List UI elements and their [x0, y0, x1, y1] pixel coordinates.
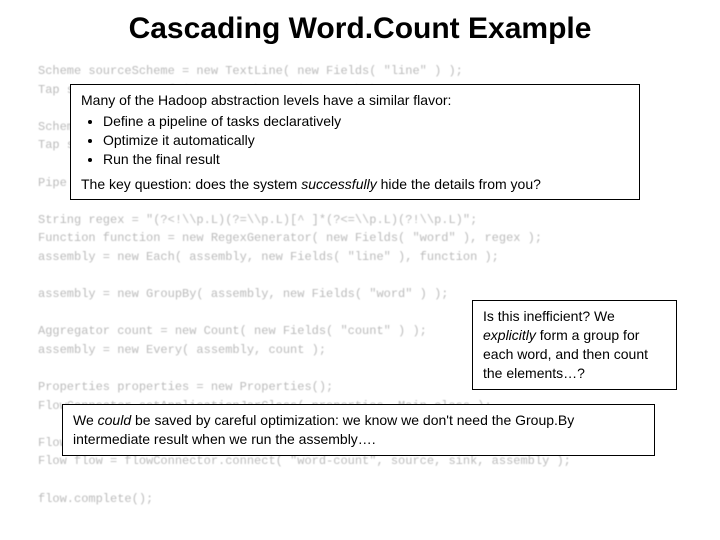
bullet-item: Define a pipeline of tasks declaratively: [103, 112, 629, 131]
text-fragment: Is this inefficient? We: [483, 308, 615, 324]
text-fragment: be saved by careful optimization: we kno…: [73, 412, 574, 447]
text-fragment: We: [73, 412, 98, 428]
text-fragment: The key question: does the system: [81, 176, 301, 192]
callout-optimization: We could be saved by careful optimizatio…: [62, 404, 655, 456]
text-fragment: hide the details from you?: [377, 176, 541, 192]
callout-hadoop-abstraction: Many of the Hadoop abstraction levels ha…: [70, 84, 640, 200]
bullet-item: Run the final result: [103, 150, 629, 169]
emphasis: successfully: [301, 176, 376, 192]
bullet-item: Optimize it automatically: [103, 131, 629, 150]
slide-title: Cascading Word.Count Example: [0, 0, 720, 54]
callout-intro: Many of the Hadoop abstraction levels ha…: [81, 91, 629, 110]
emphasis: explicitly: [483, 327, 536, 343]
callout-inefficient: Is this inefficient? We explicitly form …: [472, 300, 677, 390]
callout-key-question: The key question: does the system succes…: [81, 175, 629, 194]
callout-bullet-list: Define a pipeline of tasks declaratively…: [81, 112, 629, 169]
emphasis: could: [98, 412, 131, 428]
